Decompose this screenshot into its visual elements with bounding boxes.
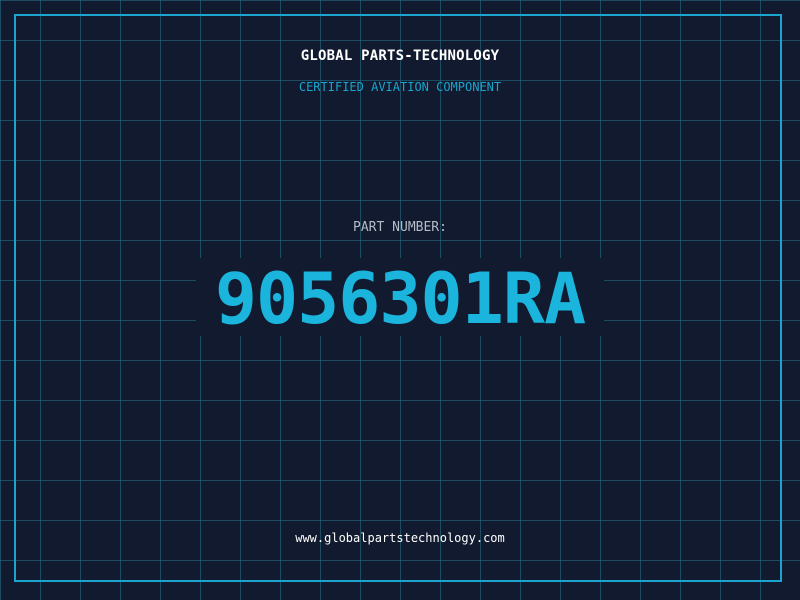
part-number-label: PART NUMBER:	[353, 220, 447, 235]
part-label-card: GLOBAL PARTS-TECHNOLOGY CERTIFIED AVIATI…	[0, 0, 800, 600]
company-name: GLOBAL PARTS-TECHNOLOGY	[300, 48, 500, 64]
part-number-value: 9056301RA	[214, 258, 586, 340]
certification-tagline: CERTIFIED AVIATION COMPONENT	[298, 80, 502, 94]
website-url: www.globalpartstechnology.com	[295, 531, 505, 545]
